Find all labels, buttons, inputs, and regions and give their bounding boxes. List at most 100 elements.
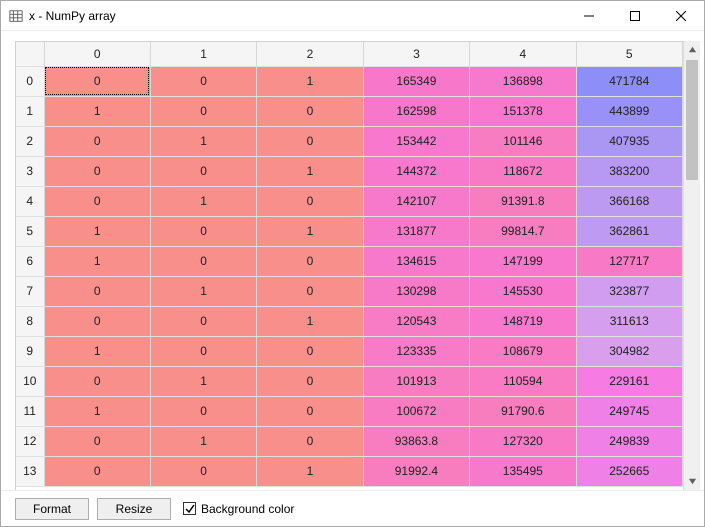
data-cell[interactable]: 0 [150, 396, 256, 426]
row-header[interactable]: 12 [16, 426, 44, 456]
data-cell[interactable]: 0 [44, 426, 150, 456]
data-cell[interactable]: 0 [257, 186, 363, 216]
data-cell[interactable]: 1 [44, 336, 150, 366]
row-header[interactable]: 6 [16, 246, 44, 276]
column-header[interactable]: 3 [363, 42, 469, 66]
data-cell[interactable]: 110594 [470, 366, 576, 396]
data-cell[interactable]: 127717 [576, 246, 682, 276]
format-button[interactable]: Format [15, 498, 89, 520]
data-cell[interactable]: 1 [257, 216, 363, 246]
scroll-down-icon[interactable] [684, 473, 700, 490]
data-cell[interactable]: 0 [150, 216, 256, 246]
data-cell[interactable]: 304982 [576, 336, 682, 366]
data-cell[interactable]: 443899 [576, 96, 682, 126]
row-header[interactable]: 0 [16, 66, 44, 96]
data-cell[interactable]: 0 [44, 126, 150, 156]
data-cell[interactable]: 130298 [363, 276, 469, 306]
data-cell[interactable]: 407935 [576, 126, 682, 156]
data-cell[interactable]: 0 [44, 156, 150, 186]
data-cell[interactable]: 91992.4 [363, 456, 469, 486]
data-cell[interactable]: 311613 [576, 306, 682, 336]
data-cell[interactable]: 0 [44, 276, 150, 306]
row-header[interactable]: 13 [16, 456, 44, 486]
data-cell[interactable]: 1 [44, 396, 150, 426]
data-cell[interactable]: 99814.7 [470, 216, 576, 246]
data-cell[interactable]: 0 [257, 366, 363, 396]
data-cell[interactable]: 1 [257, 156, 363, 186]
data-cell[interactable]: 131877 [363, 216, 469, 246]
row-header[interactable]: 5 [16, 216, 44, 246]
data-cell[interactable]: 249839 [576, 426, 682, 456]
data-cell[interactable]: 0 [257, 396, 363, 426]
data-cell[interactable]: 0 [44, 66, 150, 96]
data-cell[interactable]: 144372 [363, 156, 469, 186]
data-cell[interactable]: 0 [257, 276, 363, 306]
data-cell[interactable]: 1 [150, 366, 256, 396]
data-cell[interactable]: 0 [150, 96, 256, 126]
data-cell[interactable]: 0 [150, 66, 256, 96]
data-cell[interactable]: 249745 [576, 396, 682, 426]
data-cell[interactable]: 0 [150, 456, 256, 486]
data-cell[interactable]: 148719 [470, 306, 576, 336]
data-cell[interactable]: 1 [44, 246, 150, 276]
scroll-track[interactable] [684, 58, 700, 473]
row-header[interactable]: 11 [16, 396, 44, 426]
data-cell[interactable]: 123335 [363, 336, 469, 366]
data-cell[interactable]: 0 [150, 306, 256, 336]
row-header[interactable]: 7 [16, 276, 44, 306]
vertical-scrollbar[interactable] [683, 41, 700, 490]
data-cell[interactable]: 1 [257, 306, 363, 336]
data-cell[interactable]: 471784 [576, 66, 682, 96]
data-cell[interactable]: 1 [44, 216, 150, 246]
data-cell[interactable]: 127320 [470, 426, 576, 456]
data-cell[interactable]: 0 [44, 366, 150, 396]
column-header[interactable]: 1 [150, 42, 256, 66]
data-cell[interactable]: 323877 [576, 276, 682, 306]
data-cell[interactable]: 0 [257, 426, 363, 456]
data-cell[interactable]: 145530 [470, 276, 576, 306]
data-cell[interactable]: 151378 [470, 96, 576, 126]
data-cell[interactable]: 0 [257, 96, 363, 126]
row-header[interactable]: 8 [16, 306, 44, 336]
data-cell[interactable]: 142107 [363, 186, 469, 216]
data-cell[interactable]: 165349 [363, 66, 469, 96]
row-header[interactable]: 4 [16, 186, 44, 216]
data-cell[interactable]: 229161 [576, 366, 682, 396]
array-grid[interactable]: 0123450001165349136898471784110016259815… [15, 41, 683, 490]
data-cell[interactable]: 1 [44, 96, 150, 126]
column-header[interactable]: 2 [257, 42, 363, 66]
data-cell[interactable]: 153442 [363, 126, 469, 156]
data-cell[interactable]: 100672 [363, 396, 469, 426]
data-cell[interactable]: 136898 [470, 66, 576, 96]
data-cell[interactable]: 0 [44, 186, 150, 216]
data-cell[interactable]: 252665 [576, 456, 682, 486]
data-cell[interactable]: 0 [257, 126, 363, 156]
data-cell[interactable]: 0 [44, 306, 150, 336]
data-cell[interactable]: 162598 [363, 96, 469, 126]
maximize-button[interactable] [612, 1, 658, 31]
row-header[interactable]: 9 [16, 336, 44, 366]
data-cell[interactable]: 362861 [576, 216, 682, 246]
data-cell[interactable]: 1 [150, 186, 256, 216]
data-cell[interactable]: 0 [44, 456, 150, 486]
data-cell[interactable]: 1 [257, 456, 363, 486]
data-cell[interactable]: 101913 [363, 366, 469, 396]
data-cell[interactable]: 0 [150, 336, 256, 366]
data-cell[interactable]: 0 [257, 336, 363, 366]
data-cell[interactable]: 93863.8 [363, 426, 469, 456]
data-cell[interactable]: 366168 [576, 186, 682, 216]
scroll-up-icon[interactable] [684, 41, 700, 58]
data-cell[interactable]: 1 [150, 426, 256, 456]
row-header[interactable]: 2 [16, 126, 44, 156]
row-header[interactable]: 3 [16, 156, 44, 186]
data-cell[interactable]: 91790.6 [470, 396, 576, 426]
data-cell[interactable]: 147199 [470, 246, 576, 276]
column-header[interactable]: 0 [44, 42, 150, 66]
data-cell[interactable]: 0 [150, 156, 256, 186]
row-header[interactable]: 1 [16, 96, 44, 126]
data-cell[interactable]: 101146 [470, 126, 576, 156]
titlebar[interactable]: x - NumPy array [1, 1, 704, 31]
data-cell[interactable]: 1 [257, 66, 363, 96]
data-cell[interactable]: 91391.8 [470, 186, 576, 216]
data-cell[interactable]: 118672 [470, 156, 576, 186]
